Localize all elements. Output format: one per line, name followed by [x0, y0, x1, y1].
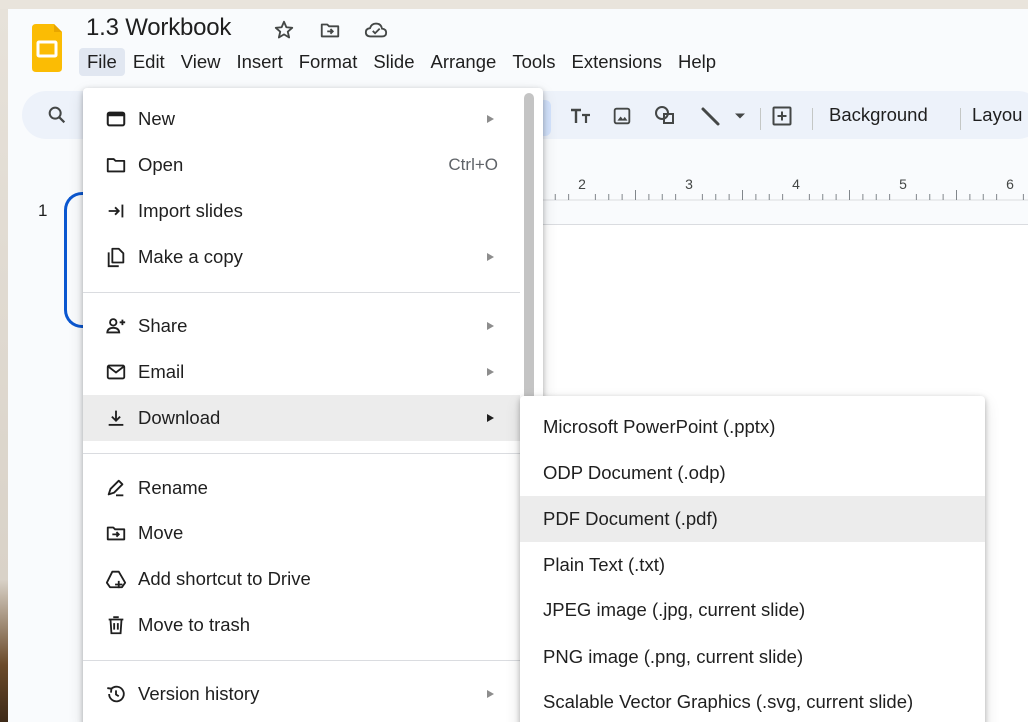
menu-insert[interactable]: Insert	[228, 48, 290, 76]
ruler-mark: 6	[1006, 176, 1014, 192]
menu-file[interactable]: File	[79, 48, 125, 76]
background-button[interactable]: Background	[829, 104, 928, 126]
rename-icon	[103, 475, 129, 501]
slide-number: 1	[38, 201, 48, 220]
menu-scrollbar[interactable]	[524, 93, 534, 429]
menu-divider	[83, 660, 520, 661]
menu-item-label: Open	[138, 154, 184, 175]
layout-button[interactable]: Layou	[972, 104, 1022, 126]
download-option-jpg[interactable]: JPEG image (.jpg, current slide)	[520, 587, 985, 633]
menu-item-label: New	[138, 108, 176, 129]
search-menus-icon[interactable]	[46, 104, 68, 131]
cloud-status-icon[interactable]	[364, 19, 388, 41]
menu-item-label: Make a copy	[138, 246, 243, 267]
menu-item-label: Rename	[138, 477, 208, 498]
new-icon	[103, 106, 129, 132]
menu-item-label: Move	[138, 522, 184, 543]
download-submenu: Microsoft PowerPoint (.pptx) ODP Documen…	[520, 396, 985, 722]
submenu-arrow-icon	[487, 690, 494, 698]
shape-icon[interactable]	[652, 103, 680, 129]
menu-item-new[interactable]: New	[83, 96, 520, 142]
new-comment-icon[interactable]	[769, 103, 795, 129]
menu-slide[interactable]: Slide	[365, 48, 422, 76]
menu-item-label: Import slides	[138, 200, 243, 221]
download-option-png[interactable]: PNG image (.png, current slide)	[520, 634, 985, 680]
download-option-label: PNG image (.png, current slide)	[543, 646, 804, 667]
menu-item-make-a-copy[interactable]: Make a copy	[83, 234, 520, 280]
import-icon	[103, 198, 129, 224]
menu-divider	[83, 453, 520, 454]
submenu-arrow-icon	[487, 115, 494, 123]
download-option-txt[interactable]: Plain Text (.txt)	[520, 542, 985, 588]
menu-item-share[interactable]: Share	[83, 303, 520, 349]
star-icon[interactable]	[272, 19, 296, 41]
menu-item-download[interactable]: Download	[83, 395, 520, 441]
submenu-arrow-icon	[487, 368, 494, 376]
background-edge	[0, 9, 8, 722]
submenu-arrow-icon	[487, 253, 494, 261]
menu-item-import-slides[interactable]: Import slides	[83, 188, 520, 234]
email-icon	[103, 359, 129, 385]
toolbar-divider	[812, 108, 813, 130]
move-folder-icon[interactable]	[318, 19, 342, 41]
menu-extensions[interactable]: Extensions	[564, 48, 671, 76]
file-menu: New Open Ctrl+O Import slides Make a cop…	[83, 88, 543, 722]
shortcut-label: Ctrl+O	[448, 155, 498, 174]
download-option-label: ODP Document (.odp)	[543, 462, 726, 483]
ruler-mark: 3	[685, 176, 693, 192]
menu-item-move[interactable]: Move	[83, 510, 520, 556]
menu-item-add-shortcut[interactable]: Add shortcut to Drive	[83, 556, 520, 602]
ruler-mark: 5	[899, 176, 907, 192]
menu-edit[interactable]: Edit	[125, 48, 173, 76]
menu-item-label: Add shortcut to Drive	[138, 568, 311, 589]
download-option-label: Plain Text (.txt)	[543, 554, 666, 575]
slides-logo[interactable]	[28, 20, 66, 76]
menu-item-version-history[interactable]: Version history	[83, 671, 520, 717]
line-dropdown-icon[interactable]	[732, 103, 748, 129]
menu-arrange[interactable]: Arrange	[422, 48, 504, 76]
menu-item-move-to-trash[interactable]: Move to trash	[83, 602, 520, 648]
horizontal-ruler: 2 3 4 5 6	[540, 176, 1028, 201]
toolbar-divider	[960, 108, 961, 130]
submenu-arrow-icon	[487, 414, 494, 422]
menu-help[interactable]: Help	[670, 48, 724, 76]
copy-icon	[103, 244, 129, 270]
trash-icon	[103, 612, 129, 638]
download-option-label: Scalable Vector Graphics (.svg, current …	[543, 691, 914, 712]
download-option-label: Microsoft PowerPoint (.pptx)	[543, 416, 776, 437]
menu-view[interactable]: View	[173, 48, 229, 76]
menu-divider	[83, 292, 520, 293]
drive-shortcut-icon	[103, 566, 129, 592]
submenu-arrow-icon	[487, 322, 494, 330]
menu-item-label: Move to trash	[138, 614, 251, 635]
menu-item-email[interactable]: Email	[83, 349, 520, 395]
menu-item-label: Download	[138, 407, 221, 428]
download-icon	[103, 405, 129, 431]
download-option-pdf[interactable]: PDF Document (.pdf)	[520, 496, 985, 542]
menu-item-label: Share	[138, 315, 188, 336]
download-option-odp[interactable]: ODP Document (.odp)	[520, 450, 985, 496]
ruler-mark: 4	[792, 176, 800, 192]
share-person-icon	[103, 313, 129, 339]
document-title[interactable]: 1.3 Workbook	[86, 14, 231, 42]
menu-tools[interactable]: Tools	[504, 48, 563, 76]
ruler-mark: 2	[578, 176, 586, 192]
menu-item-label: Email	[138, 361, 185, 382]
menu-format[interactable]: Format	[291, 48, 366, 76]
line-icon[interactable]	[698, 103, 724, 129]
download-option-pptx[interactable]: Microsoft PowerPoint (.pptx)	[520, 404, 985, 450]
download-option-label: JPEG image (.jpg, current slide)	[543, 599, 806, 620]
download-option-label: PDF Document (.pdf)	[543, 508, 718, 529]
menu-item-label: Version history	[138, 683, 260, 704]
menu-item-open[interactable]: Open Ctrl+O	[83, 142, 520, 188]
menu-item-rename[interactable]: Rename	[83, 465, 520, 511]
folder-icon	[103, 152, 129, 178]
menu-bar: File Edit View Insert Format Slide Arran…	[79, 48, 724, 76]
text-size-icon[interactable]	[568, 103, 594, 129]
download-option-svg[interactable]: Scalable Vector Graphics (.svg, current …	[520, 679, 985, 722]
history-icon	[103, 681, 129, 707]
move-folder-icon	[103, 520, 129, 546]
toolbar-divider	[760, 108, 761, 130]
insert-image-icon[interactable]	[609, 103, 635, 129]
